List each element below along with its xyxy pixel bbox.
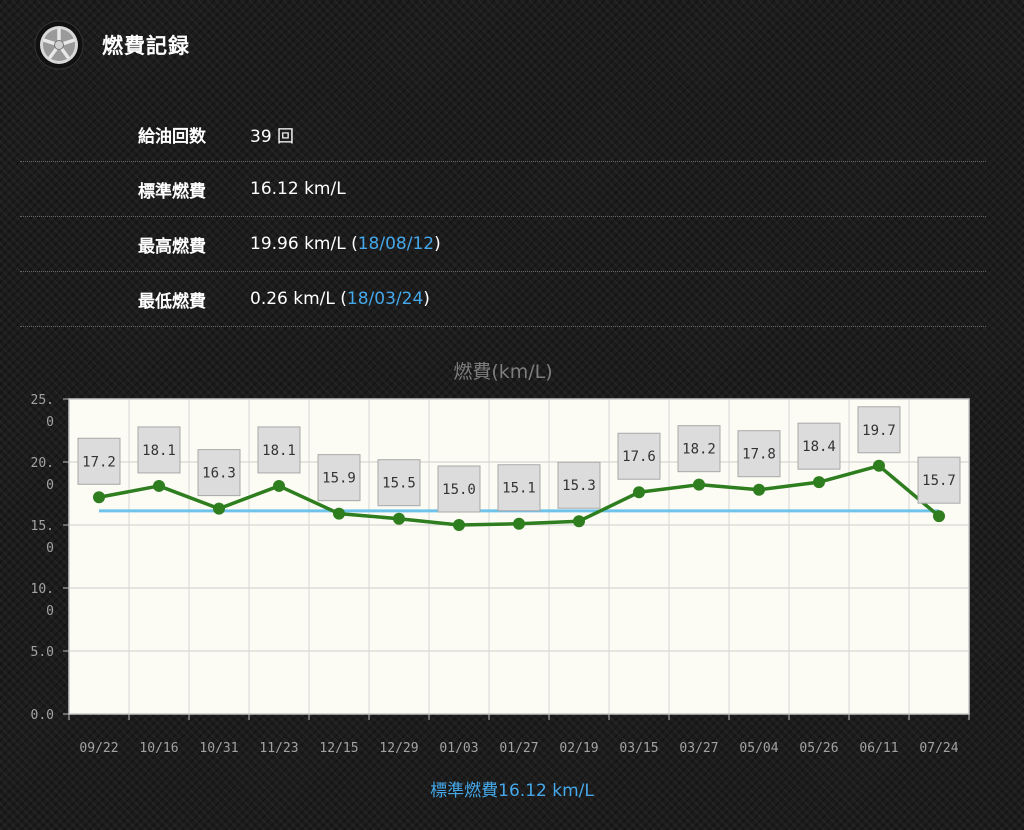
data-point (213, 502, 225, 515)
data-label: 16.3 (202, 466, 236, 482)
data-point (153, 479, 165, 492)
x-tick-label: 06/11 (859, 741, 898, 756)
stat-row-best-economy: 最高燃費 19.96 km/L (18/08/12) (20, 217, 986, 272)
data-label: 15.0 (442, 482, 476, 498)
fuel-economy-chart: 燃費(km/L)0.05.010.015.020.025.009/22 10/16… (31, 361, 970, 756)
data-label: 18.1 (262, 443, 296, 459)
data-label: 18.4 (802, 439, 836, 455)
stat-row-worst-economy: 最低燃費 0.26 km/L (18/03/24) (20, 272, 986, 327)
x-tick-label: 10/31 (199, 741, 238, 756)
data-label: 17.2 (82, 454, 116, 470)
y-tick-label: 25. (31, 393, 54, 408)
wheel-icon (34, 20, 84, 70)
stat-value: 19.96 km/L (18/08/12) (250, 234, 441, 254)
x-tick-label: 01/03 (439, 741, 478, 756)
data-point (693, 478, 705, 491)
standard-economy-footer: 標準燃費16.12 km/L (430, 781, 594, 801)
x-tick-label: 11/23 (259, 741, 298, 756)
data-point (513, 517, 525, 530)
data-point (813, 476, 825, 489)
x-tick-label: 12/29 (379, 741, 418, 756)
data-label: 17.8 (742, 447, 776, 463)
x-tick-label: 07/24 (919, 741, 958, 756)
page-header: 燃費記録 (34, 12, 190, 78)
stat-label: 最高燃費 (138, 236, 206, 257)
data-point (273, 479, 285, 492)
data-label: 15.5 (382, 476, 416, 492)
y-tick-label: 0 (46, 604, 54, 619)
chart-title: 燃費(km/L) (453, 361, 552, 383)
stat-label: 最低燃費 (138, 291, 206, 312)
data-label: 17.6 (622, 449, 656, 465)
data-label: 19.7 (862, 423, 896, 439)
worst-date-link[interactable]: 18/03/24 (347, 289, 423, 309)
data-label: 18.2 (682, 442, 716, 458)
data-label: 15.1 (502, 481, 536, 497)
data-point (93, 491, 105, 504)
data-label: 15.3 (562, 478, 596, 494)
data-label: 18.1 (142, 443, 176, 459)
y-tick-label: 15. (31, 519, 54, 534)
data-point (753, 483, 765, 496)
stat-label: 給油回数 (138, 126, 206, 147)
stat-row-standard-economy: 標準燃費 16.12 km/L (20, 162, 986, 217)
stat-value: 39 回 (250, 126, 295, 147)
stat-label: 標準燃費 (138, 181, 206, 202)
data-point (453, 519, 465, 531)
x-tick-label: 09/22 (79, 741, 118, 756)
y-tick-label: 0 (46, 541, 54, 556)
x-tick-label: 05/04 (739, 741, 778, 756)
y-tick-label: 0.0 (31, 708, 54, 723)
data-label: 15.9 (322, 471, 356, 487)
x-tick-label: 05/26 (799, 741, 838, 756)
y-tick-label: 5.0 (31, 645, 54, 660)
data-point (333, 507, 345, 520)
y-tick-label: 0 (46, 415, 54, 430)
stats-table: 給油回数 39 回 標準燃費 16.12 km/L 最高燃費 19.96 km/… (20, 107, 986, 327)
stat-value: 16.12 km/L (250, 179, 346, 199)
x-tick-label: 01/27 (499, 741, 538, 756)
data-label: 15.7 (922, 473, 956, 489)
x-tick-label: 02/19 (559, 741, 598, 756)
page-title: 燃費記録 (102, 34, 190, 58)
x-tick-label: 03/15 (619, 741, 658, 756)
x-tick-label: 03/27 (679, 741, 718, 756)
best-date-link[interactable]: 18/08/12 (358, 234, 434, 254)
y-tick-label: 20. (31, 456, 54, 471)
stat-value: 0.26 km/L (18/03/24) (250, 289, 430, 309)
x-tick-label: 10/16 (139, 741, 178, 756)
data-point (573, 515, 585, 528)
x-tick-label: 12/15 (319, 741, 358, 756)
data-point (933, 510, 945, 523)
stat-row-refuel-count: 給油回数 39 回 (20, 107, 986, 162)
data-point (633, 486, 645, 499)
data-point (393, 512, 405, 525)
data-point (873, 459, 885, 472)
y-tick-label: 0 (46, 478, 54, 493)
y-tick-label: 10. (31, 582, 54, 597)
